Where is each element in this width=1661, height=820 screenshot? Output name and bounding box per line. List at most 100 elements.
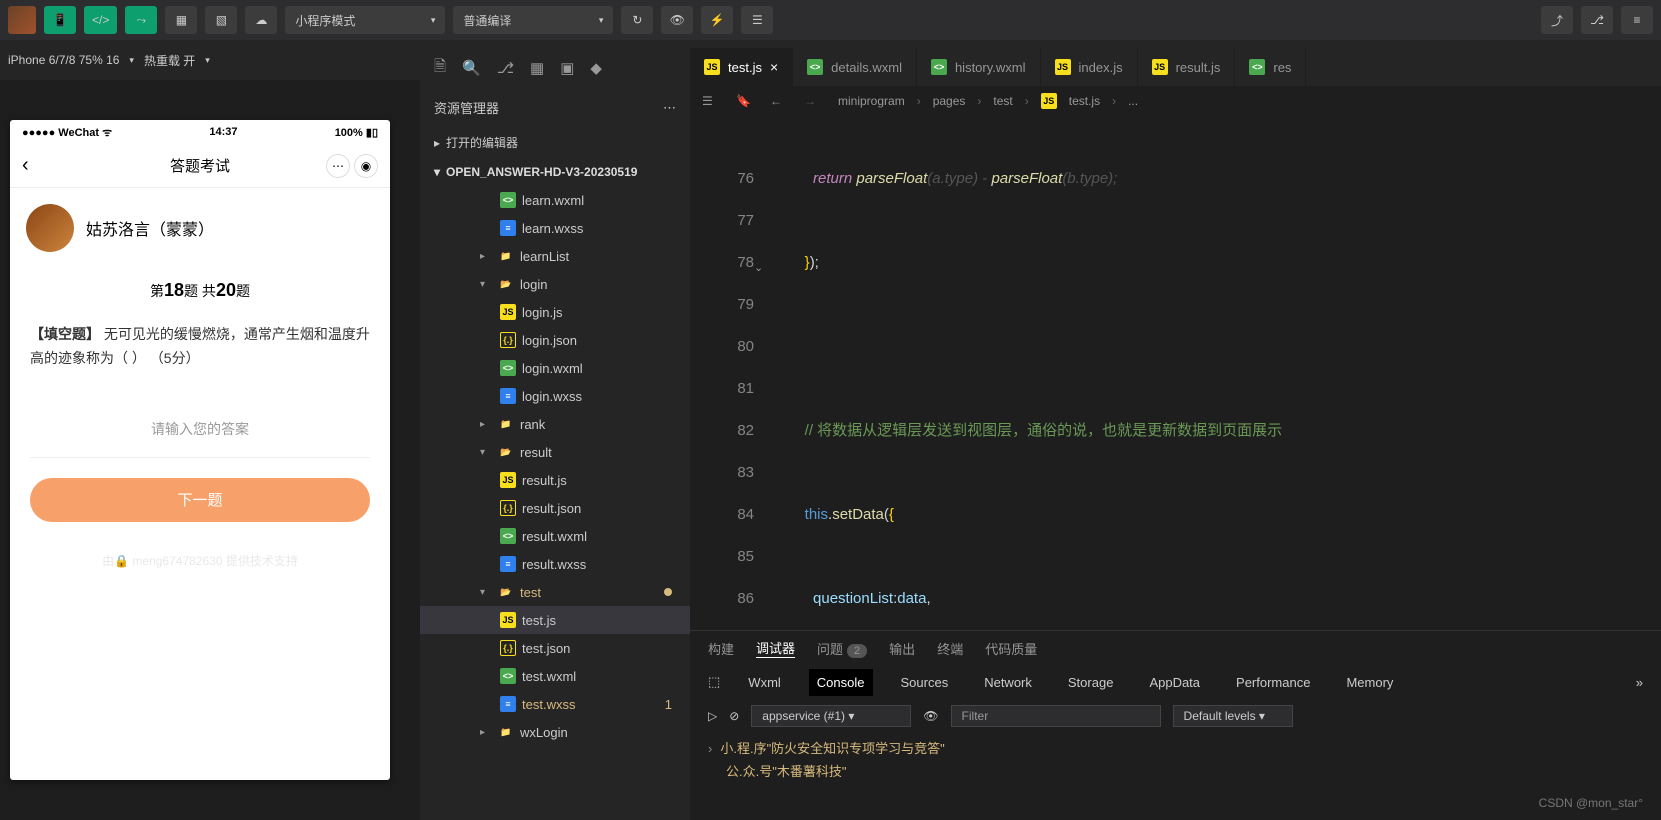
- file-item-active[interactable]: JStest.js: [420, 606, 690, 634]
- simulator-toggle-button[interactable]: 📱: [44, 6, 76, 34]
- git-branch-icon[interactable]: ⎇: [497, 59, 514, 77]
- folder-item[interactable]: ▾📂test: [420, 578, 690, 606]
- filter-input[interactable]: Filter: [951, 705, 1161, 727]
- tab-details-wxml[interactable]: <>details.wxml: [793, 48, 917, 86]
- list-icon[interactable]: ☰: [702, 94, 724, 108]
- file-item[interactable]: {.}result.json: [420, 494, 690, 522]
- tab-output[interactable]: 输出: [889, 639, 915, 658]
- folder-item[interactable]: ▾📂result: [420, 438, 690, 466]
- tab-build[interactable]: 构建: [708, 639, 734, 658]
- file-item[interactable]: ≡result.wxss: [420, 550, 690, 578]
- tab-history-wxml[interactable]: <>history.wxml: [917, 48, 1041, 86]
- sim-page-title: 答题考试: [170, 155, 230, 176]
- nav-fwd-icon[interactable]: →: [804, 94, 826, 108]
- file-item[interactable]: <>login.wxml: [420, 354, 690, 382]
- hotreload-select[interactable]: 热重载 开▾: [144, 52, 210, 69]
- layout-button[interactable]: ▦: [165, 6, 197, 34]
- real-device-button[interactable]: ⚡: [701, 6, 733, 34]
- activity-bar: 🗎 🔍 ⎇ ▦ ▣ ◆: [420, 48, 690, 88]
- file-item[interactable]: ≡test.wxss1: [420, 690, 690, 718]
- next-button[interactable]: 下一题: [30, 478, 370, 522]
- open-editors-section[interactable]: ▸打开的编辑器: [420, 127, 690, 158]
- clear-console-icon[interactable]: ⊘: [729, 709, 739, 723]
- file-item[interactable]: <>test.wxml: [420, 662, 690, 690]
- answer-input[interactable]: 请输入您的答案: [30, 401, 370, 458]
- tab-test-js[interactable]: JStest.js×: [690, 48, 793, 86]
- capsule[interactable]: ⋯◉: [326, 154, 378, 178]
- upload-button[interactable]: ⤴: [1541, 6, 1573, 34]
- simulator: ●●●●● WeChat ᯤ 14:37 100% ▮▯ ‹ 答题考试 ⋯◉ 姑…: [10, 120, 390, 780]
- file-item[interactable]: ≡login.wxss: [420, 382, 690, 410]
- user-name: 姑苏洛言（蒙蒙）: [86, 216, 214, 240]
- layout-icon[interactable]: ▣: [560, 59, 574, 77]
- folder-item[interactable]: ▸📁learnList: [420, 242, 690, 270]
- console-log: ›小.程.序"防火安全知识专项学习与竞答" 公.众.号"木番薯科技": [690, 733, 1661, 788]
- clear-cache-button[interactable]: ☰: [741, 6, 773, 34]
- sim-status-bar: ●●●●● WeChat ᯤ 14:37 100% ▮▯: [10, 120, 390, 144]
- project-avatar[interactable]: [8, 6, 36, 34]
- inspect-icon[interactable]: ⬚: [708, 674, 720, 690]
- search-icon[interactable]: 🔍: [462, 59, 481, 77]
- project-section[interactable]: ▾OPEN_ANSWER-HD-V3-20230519: [420, 158, 690, 186]
- debugger-toggle-button[interactable]: ⤳: [125, 6, 157, 34]
- layout2-button[interactable]: ▧: [205, 6, 237, 34]
- sim-footer: 由🔒 meng674782630 提供技术支持: [10, 542, 390, 579]
- code-editor[interactable]: ⌄ 7677787980818283848586 return parseFlo…: [690, 116, 1661, 630]
- cloud-button[interactable]: ☁: [245, 6, 277, 34]
- devtab-performance[interactable]: Performance: [1228, 669, 1318, 696]
- eye-icon[interactable]: 👁: [923, 709, 938, 723]
- devtools-tabs: ⬚ Wxml Console Sources Network Storage A…: [690, 665, 1661, 699]
- levels-select[interactable]: Default levels ▾: [1173, 705, 1293, 727]
- watermark: CSDN @mon_star°: [1539, 796, 1643, 810]
- file-item[interactable]: ≡learn.wxss: [420, 214, 690, 242]
- folder-item[interactable]: ▾📂login: [420, 270, 690, 298]
- compile-select[interactable]: 普通编译▾: [453, 6, 613, 34]
- devtab-console[interactable]: Console: [809, 669, 873, 696]
- sim-nav: ‹ 答题考试 ⋯◉: [10, 144, 390, 188]
- bookmark-icon[interactable]: 🔖: [736, 94, 758, 108]
- folder-item[interactable]: ▸📁wxLogin: [420, 718, 690, 746]
- editor-toggle-button[interactable]: </>: [84, 6, 117, 34]
- tab-index-js[interactable]: JSindex.js: [1041, 48, 1138, 86]
- menu-button[interactable]: ≡: [1621, 6, 1653, 34]
- more-icon[interactable]: ⋯: [663, 100, 676, 116]
- devtab-appdata[interactable]: AppData: [1141, 669, 1208, 696]
- refresh-button[interactable]: ↻: [621, 6, 653, 34]
- file-item[interactable]: {.}test.json: [420, 634, 690, 662]
- file-item[interactable]: <>learn.wxml: [420, 186, 690, 214]
- docker-icon[interactable]: ◆: [590, 59, 602, 77]
- play-icon[interactable]: ▷: [708, 709, 717, 723]
- version-button[interactable]: ⎇: [1581, 6, 1613, 34]
- files-icon[interactable]: 🗎: [434, 56, 446, 81]
- back-icon[interactable]: ‹: [22, 154, 29, 177]
- devtab-memory[interactable]: Memory: [1338, 669, 1401, 696]
- devtab-wxml[interactable]: Wxml: [740, 669, 789, 696]
- explorer: 🗎 🔍 ⎇ ▦ ▣ ◆ 资源管理器 ⋯ ▸打开的编辑器 ▾OPEN_ANSWER…: [420, 48, 690, 820]
- tab-quality[interactable]: 代码质量: [985, 639, 1037, 658]
- file-item[interactable]: JSlogin.js: [420, 298, 690, 326]
- file-item[interactable]: {.}login.json: [420, 326, 690, 354]
- file-item[interactable]: JSresult.js: [420, 466, 690, 494]
- devtab-network[interactable]: Network: [976, 669, 1040, 696]
- file-item[interactable]: <>result.wxml: [420, 522, 690, 550]
- nav-back-icon[interactable]: ←: [770, 94, 792, 108]
- extensions-icon[interactable]: ▦: [530, 59, 544, 77]
- question-position: 第18题 共20题: [10, 268, 390, 313]
- device-select[interactable]: iPhone 6/7/8 75% 16▾: [8, 53, 134, 67]
- tab-res-trunc[interactable]: <>res: [1235, 48, 1306, 86]
- context-select[interactable]: appservice (#1) ▾: [751, 705, 911, 727]
- close-icon[interactable]: ×: [770, 59, 778, 75]
- fold-caret-icon[interactable]: ⌄: [754, 253, 763, 284]
- mode-select[interactable]: 小程序模式▾: [285, 6, 445, 34]
- more-tabs-icon[interactable]: »: [1636, 675, 1643, 690]
- editor-area: JStest.js× <>details.wxml <>history.wxml…: [690, 48, 1661, 820]
- code-content[interactable]: return parseFloat(a.type) - parseFloat(b…: [780, 116, 1661, 630]
- preview-button[interactable]: 👁: [661, 6, 693, 34]
- folder-item[interactable]: ▸📁rank: [420, 410, 690, 438]
- tab-debugger[interactable]: 调试器: [756, 638, 795, 658]
- tab-result-js[interactable]: JSresult.js: [1138, 48, 1236, 86]
- devtab-sources[interactable]: Sources: [893, 669, 957, 696]
- tab-terminal[interactable]: 终端: [937, 639, 963, 658]
- devtab-storage[interactable]: Storage: [1060, 669, 1122, 696]
- tab-problems[interactable]: 问题2: [817, 639, 867, 658]
